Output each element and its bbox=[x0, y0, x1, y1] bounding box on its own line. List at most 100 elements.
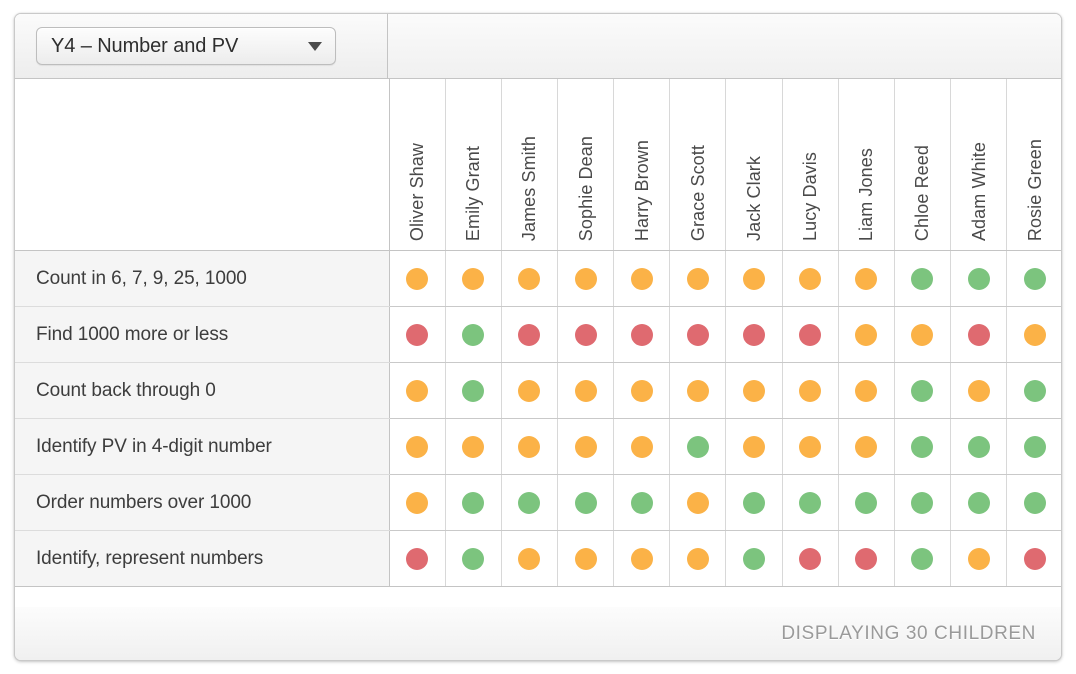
pupil-column-header[interactable]: Emily Grant bbox=[445, 79, 502, 251]
assessment-cell[interactable] bbox=[782, 474, 839, 531]
assessment-cell[interactable] bbox=[782, 418, 839, 475]
assessment-cell[interactable] bbox=[894, 250, 952, 307]
pupil-name-label: Adam White bbox=[968, 141, 989, 241]
pupil-column-header[interactable]: Rosie Green bbox=[1006, 79, 1061, 251]
status-dot-amber bbox=[630, 435, 653, 458]
assessment-cell[interactable] bbox=[782, 250, 839, 307]
assessment-cell[interactable] bbox=[445, 306, 502, 363]
assessment-cell[interactable] bbox=[838, 362, 895, 419]
assessment-cell[interactable] bbox=[389, 530, 446, 587]
assessment-cell[interactable] bbox=[950, 418, 1008, 475]
assessment-cell[interactable] bbox=[613, 362, 671, 419]
assessment-cell[interactable] bbox=[501, 530, 558, 587]
assessment-cell[interactable] bbox=[557, 530, 615, 587]
class-selector-dropdown[interactable]: Y4 – Number and PV bbox=[36, 27, 336, 65]
assessment-cell[interactable] bbox=[669, 362, 727, 419]
assessment-cell[interactable] bbox=[838, 474, 895, 531]
assessment-cell[interactable] bbox=[557, 306, 615, 363]
objective-label-cell[interactable]: Order numbers over 1000 bbox=[15, 474, 390, 531]
pupil-column-header[interactable]: Oliver Shaw bbox=[389, 79, 446, 251]
objective-label-cell[interactable]: Identify PV in 4-digit number bbox=[15, 418, 390, 475]
assessment-cell[interactable] bbox=[613, 418, 671, 475]
assessment-cell[interactable] bbox=[838, 530, 895, 587]
assessment-cell[interactable] bbox=[445, 474, 502, 531]
assessment-cell[interactable] bbox=[838, 418, 895, 475]
assessment-cell[interactable] bbox=[950, 530, 1008, 587]
status-dot-amber bbox=[686, 379, 709, 402]
assessment-cell[interactable] bbox=[501, 306, 558, 363]
assessment-cell[interactable] bbox=[1006, 362, 1061, 419]
objective-label-cell[interactable]: Identify, represent numbers bbox=[15, 530, 390, 587]
assessment-cell[interactable] bbox=[669, 418, 727, 475]
assessment-cell[interactable] bbox=[501, 474, 558, 531]
assessment-cell[interactable] bbox=[725, 306, 783, 363]
assessment-cell[interactable] bbox=[894, 530, 952, 587]
assessment-cell[interactable] bbox=[1006, 306, 1061, 363]
assessment-cell[interactable] bbox=[669, 306, 727, 363]
assessment-cell[interactable] bbox=[950, 250, 1008, 307]
assessment-cell[interactable] bbox=[501, 362, 558, 419]
assessment-cell[interactable] bbox=[725, 530, 783, 587]
pupil-column-header[interactable]: Grace Scott bbox=[669, 79, 727, 251]
pupil-column-header[interactable]: Harry Brown bbox=[613, 79, 671, 251]
assessment-cell[interactable] bbox=[669, 474, 727, 531]
assessment-cell[interactable] bbox=[557, 362, 615, 419]
assessment-cell[interactable] bbox=[725, 250, 783, 307]
pupil-column-header[interactable]: Jack Clark bbox=[725, 79, 783, 251]
assessment-cell[interactable] bbox=[389, 418, 446, 475]
assessment-cell[interactable] bbox=[725, 418, 783, 475]
assessment-cell[interactable] bbox=[389, 474, 446, 531]
assessment-cell[interactable] bbox=[613, 530, 671, 587]
assessment-cell[interactable] bbox=[838, 306, 895, 363]
assessment-cell[interactable] bbox=[782, 362, 839, 419]
assessment-cell[interactable] bbox=[557, 474, 615, 531]
assessment-cell[interactable] bbox=[1006, 474, 1061, 531]
status-dot-green bbox=[1024, 267, 1047, 290]
pupil-column-header[interactable]: Sophie Dean bbox=[557, 79, 615, 251]
assessment-cell[interactable] bbox=[894, 362, 952, 419]
assessment-cell[interactable] bbox=[445, 250, 502, 307]
assessment-cell[interactable] bbox=[445, 418, 502, 475]
assessment-cell[interactable] bbox=[1006, 530, 1061, 587]
objective-label-cell[interactable]: Count in 6, 7, 9, 25, 1000 bbox=[15, 250, 390, 307]
assessment-cell[interactable] bbox=[782, 306, 839, 363]
assessment-cell[interactable] bbox=[613, 250, 671, 307]
assessment-cell[interactable] bbox=[725, 474, 783, 531]
assessment-cell[interactable] bbox=[613, 474, 671, 531]
assessment-cell[interactable] bbox=[389, 306, 446, 363]
assessment-cell[interactable] bbox=[445, 362, 502, 419]
assessment-cell[interactable] bbox=[1006, 418, 1061, 475]
pupil-column-header[interactable]: Chloe Reed bbox=[894, 79, 952, 251]
assessment-cell[interactable] bbox=[782, 530, 839, 587]
pupil-column-header[interactable]: Lucy Davis bbox=[782, 79, 839, 251]
assessment-cell[interactable] bbox=[894, 306, 952, 363]
pupil-name-label: Rosie Green bbox=[1025, 138, 1046, 241]
pupil-name-label: Grace Scott bbox=[687, 144, 708, 241]
assessment-cell[interactable] bbox=[894, 418, 952, 475]
assessment-cell[interactable] bbox=[557, 418, 615, 475]
pupil-column-header[interactable]: Adam White bbox=[950, 79, 1008, 251]
assessment-cell[interactable] bbox=[389, 250, 446, 307]
assessment-cell[interactable] bbox=[838, 250, 895, 307]
objective-label-cell[interactable]: Find 1000 more or less bbox=[15, 306, 390, 363]
objective-row: Find 1000 more or less bbox=[15, 306, 1061, 363]
assessment-cell[interactable] bbox=[669, 530, 727, 587]
assessment-cell[interactable] bbox=[894, 474, 952, 531]
assessment-cell[interactable] bbox=[445, 530, 502, 587]
assessment-cell[interactable] bbox=[613, 306, 671, 363]
assessment-cell[interactable] bbox=[389, 362, 446, 419]
assessment-cell[interactable] bbox=[501, 250, 558, 307]
assessment-cell[interactable] bbox=[950, 306, 1008, 363]
assessment-cell[interactable] bbox=[950, 474, 1008, 531]
assessment-cell[interactable] bbox=[1006, 250, 1061, 307]
assessment-cell[interactable] bbox=[501, 418, 558, 475]
pupil-column-header[interactable]: Liam Jones bbox=[838, 79, 895, 251]
assessment-cell[interactable] bbox=[557, 250, 615, 307]
assessment-cell[interactable] bbox=[725, 362, 783, 419]
pupil-name-label: Sophie Dean bbox=[575, 135, 596, 241]
assessment-cell[interactable] bbox=[950, 362, 1008, 419]
pupil-column-header[interactable]: James Smith bbox=[501, 79, 558, 251]
status-dot-red bbox=[799, 547, 822, 570]
objective-label-cell[interactable]: Count back through 0 bbox=[15, 362, 390, 419]
assessment-cell[interactable] bbox=[669, 250, 727, 307]
